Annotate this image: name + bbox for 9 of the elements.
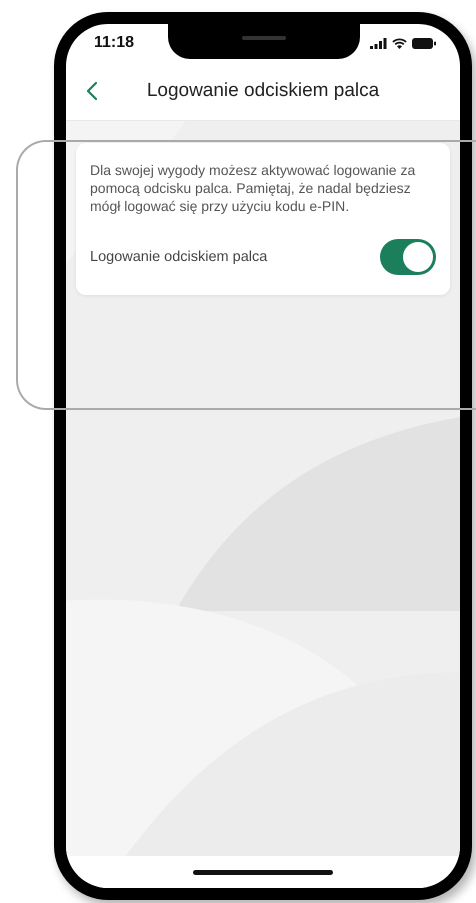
setting-label: Logowanie odciskiem palca <box>90 249 268 265</box>
battery-icon <box>412 38 436 48</box>
back-button[interactable] <box>84 79 100 103</box>
description-text: Dla swojej wygody możesz aktywować logowanie za pomocą odcisku palca. Pamiętaj, że nadal będziesz mógł logować się przy użyciu kodu e-PIN. <box>90 161 416 215</box>
signal-icon <box>370 38 387 48</box>
toggle-switch[interactable] <box>380 239 436 275</box>
status-time: 11:18 <box>94 34 134 52</box>
wifi-icon <box>392 38 407 48</box>
screen-title: Logowanie odciskiem palca <box>146 80 380 102</box>
